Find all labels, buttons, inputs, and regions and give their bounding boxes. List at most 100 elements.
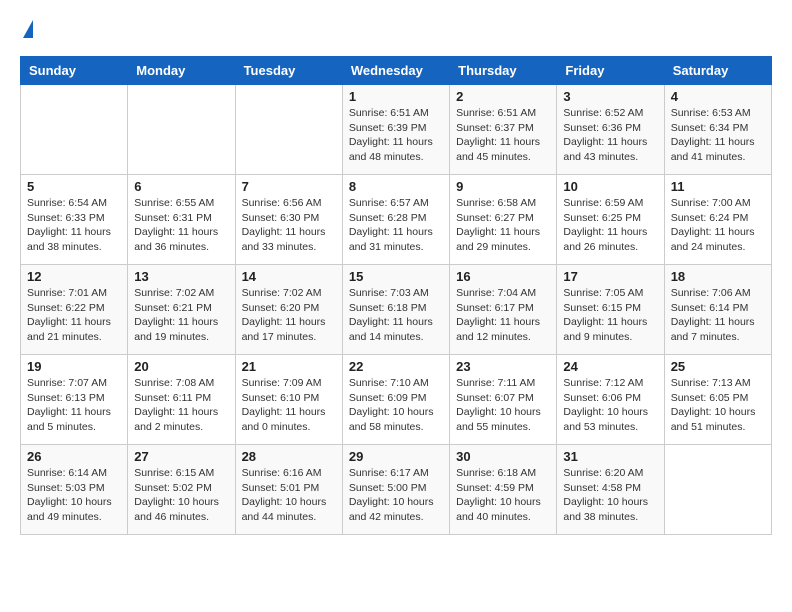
calendar-cell: 31 Sunrise: 6:20 AM Sunset: 4:58 PM Dayli… <box>557 445 664 535</box>
day-info: Sunrise: 6:54 AM Sunset: 6:33 PM Dayligh… <box>27 196 121 255</box>
day-number: 22 <box>349 359 443 374</box>
day-info: Sunrise: 7:01 AM Sunset: 6:22 PM Dayligh… <box>27 286 121 345</box>
week-row-2: 5 Sunrise: 6:54 AM Sunset: 6:33 PM Daylig… <box>21 175 772 265</box>
day-info: Sunrise: 6:17 AM Sunset: 5:00 PM Dayligh… <box>349 466 443 525</box>
calendar-cell: 13Sunrise: 7:02 AM Sunset: 6:21 PM Dayli… <box>128 265 235 355</box>
calendar-cell: 18 Sunrise: 7:06 AM Sunset: 6:14 PM Dayli… <box>664 265 771 355</box>
calendar-cell: 19Sunrise: 7:07 AM Sunset: 6:13 PM Dayli… <box>21 355 128 445</box>
day-info: Sunrise: 6:56 AM Sunset: 6:30 PM Dayligh… <box>242 196 336 255</box>
day-number: 21 <box>242 359 336 374</box>
day-number: 18 <box>671 269 765 284</box>
day-number: 14 <box>242 269 336 284</box>
calendar-cell: 7 Sunrise: 6:56 AM Sunset: 6:30 PM Daylig… <box>235 175 342 265</box>
calendar-cell: 25 Sunrise: 7:13 AM Sunset: 6:05 PM Dayli… <box>664 355 771 445</box>
day-info: Sunrise: 6:51 AM Sunset: 6:37 PM Dayligh… <box>456 106 550 165</box>
calendar-cell: 16 Sunrise: 7:04 AM Sunset: 6:17 PM Dayli… <box>450 265 557 355</box>
weekday-header-tuesday: Tuesday <box>235 57 342 85</box>
calendar-cell: 2 Sunrise: 6:51 AM Sunset: 6:37 PM Daylig… <box>450 85 557 175</box>
calendar-cell: 21 Sunrise: 7:09 AM Sunset: 6:10 PM Dayli… <box>235 355 342 445</box>
page-header <box>20 20 772 40</box>
calendar-cell: 14 Sunrise: 7:02 AM Sunset: 6:20 PM Dayli… <box>235 265 342 355</box>
logo <box>20 20 33 40</box>
calendar-cell: 22 Sunrise: 7:10 AM Sunset: 6:09 PM Dayli… <box>342 355 449 445</box>
day-number: 5 <box>27 179 121 194</box>
week-row-1: 1 Sunrise: 6:51 AM Sunset: 6:39 PM Daylig… <box>21 85 772 175</box>
day-number: 25 <box>671 359 765 374</box>
day-info: Sunrise: 6:55 AM Sunset: 6:31 PM Dayligh… <box>134 196 228 255</box>
day-info: Sunrise: 7:02 AM Sunset: 6:20 PM Dayligh… <box>242 286 336 345</box>
calendar-cell <box>235 85 342 175</box>
calendar-cell: 1 Sunrise: 6:51 AM Sunset: 6:39 PM Daylig… <box>342 85 449 175</box>
day-number: 20 <box>134 359 228 374</box>
day-number: 11 <box>671 179 765 194</box>
day-number: 17 <box>563 269 657 284</box>
calendar-cell <box>128 85 235 175</box>
day-info: Sunrise: 7:07 AM Sunset: 6:13 PM Dayligh… <box>27 376 121 435</box>
day-number: 8 <box>349 179 443 194</box>
weekday-header-saturday: Saturday <box>664 57 771 85</box>
day-number: 15 <box>349 269 443 284</box>
weekday-header-monday: Monday <box>128 57 235 85</box>
day-number: 16 <box>456 269 550 284</box>
calendar-cell: 29 Sunrise: 6:17 AM Sunset: 5:00 PM Dayli… <box>342 445 449 535</box>
day-info: Sunrise: 7:08 AM Sunset: 6:11 PM Dayligh… <box>134 376 228 435</box>
logo-triangle-icon <box>23 20 33 38</box>
day-number: 29 <box>349 449 443 464</box>
day-info: Sunrise: 7:04 AM Sunset: 6:17 PM Dayligh… <box>456 286 550 345</box>
calendar-cell: 11 Sunrise: 7:00 AM Sunset: 6:24 PM Dayli… <box>664 175 771 265</box>
calendar-cell: 26 Sunrise: 6:14 AM Sunset: 5:03 PM Dayli… <box>21 445 128 535</box>
day-number: 31 <box>563 449 657 464</box>
day-info: Sunrise: 7:11 AM Sunset: 6:07 PM Dayligh… <box>456 376 550 435</box>
day-info: Sunrise: 7:05 AM Sunset: 6:15 PM Dayligh… <box>563 286 657 345</box>
calendar-cell: 15Sunrise: 7:03 AM Sunset: 6:18 PM Dayli… <box>342 265 449 355</box>
calendar-cell: 20 Sunrise: 7:08 AM Sunset: 6:11 PM Dayli… <box>128 355 235 445</box>
day-info: Sunrise: 7:09 AM Sunset: 6:10 PM Dayligh… <box>242 376 336 435</box>
day-info: Sunrise: 7:10 AM Sunset: 6:09 PM Dayligh… <box>349 376 443 435</box>
day-number: 12 <box>27 269 121 284</box>
calendar-cell: 10Sunrise: 6:59 AM Sunset: 6:25 PM Dayli… <box>557 175 664 265</box>
calendar-cell: 5 Sunrise: 6:54 AM Sunset: 6:33 PM Daylig… <box>21 175 128 265</box>
day-info: Sunrise: 7:13 AM Sunset: 6:05 PM Dayligh… <box>671 376 765 435</box>
day-number: 26 <box>27 449 121 464</box>
day-info: Sunrise: 6:14 AM Sunset: 5:03 PM Dayligh… <box>27 466 121 525</box>
calendar-cell: 30Sunrise: 6:18 AM Sunset: 4:59 PM Dayli… <box>450 445 557 535</box>
day-number: 10 <box>563 179 657 194</box>
day-number: 7 <box>242 179 336 194</box>
calendar-cell: 27Sunrise: 6:15 AM Sunset: 5:02 PM Dayli… <box>128 445 235 535</box>
day-info: Sunrise: 6:15 AM Sunset: 5:02 PM Dayligh… <box>134 466 228 525</box>
day-number: 13 <box>134 269 228 284</box>
weekday-header-sunday: Sunday <box>21 57 128 85</box>
day-number: 23 <box>456 359 550 374</box>
day-number: 1 <box>349 89 443 104</box>
day-info: Sunrise: 6:58 AM Sunset: 6:27 PM Dayligh… <box>456 196 550 255</box>
calendar-cell: 6 Sunrise: 6:55 AM Sunset: 6:31 PM Daylig… <box>128 175 235 265</box>
calendar-cell: 24 Sunrise: 7:12 AM Sunset: 6:06 PM Dayli… <box>557 355 664 445</box>
weekday-header-friday: Friday <box>557 57 664 85</box>
day-info: Sunrise: 7:12 AM Sunset: 6:06 PM Dayligh… <box>563 376 657 435</box>
calendar-cell: 3Sunrise: 6:52 AM Sunset: 6:36 PM Daylig… <box>557 85 664 175</box>
day-info: Sunrise: 6:16 AM Sunset: 5:01 PM Dayligh… <box>242 466 336 525</box>
day-info: Sunrise: 7:00 AM Sunset: 6:24 PM Dayligh… <box>671 196 765 255</box>
calendar-header: SundayMondayTuesdayWednesdayThursdayFrid… <box>21 57 772 85</box>
day-info: Sunrise: 7:06 AM Sunset: 6:14 PM Dayligh… <box>671 286 765 345</box>
week-row-4: 19Sunrise: 7:07 AM Sunset: 6:13 PM Dayli… <box>21 355 772 445</box>
day-number: 24 <box>563 359 657 374</box>
day-number: 2 <box>456 89 550 104</box>
calendar-cell: 17 Sunrise: 7:05 AM Sunset: 6:15 PM Dayli… <box>557 265 664 355</box>
day-info: Sunrise: 6:51 AM Sunset: 6:39 PM Dayligh… <box>349 106 443 165</box>
weekday-header-wednesday: Wednesday <box>342 57 449 85</box>
calendar-cell: 4Sunrise: 6:53 AM Sunset: 6:34 PM Daylig… <box>664 85 771 175</box>
calendar-table: SundayMondayTuesdayWednesdayThursdayFrid… <box>20 56 772 535</box>
day-number: 9 <box>456 179 550 194</box>
calendar-cell: 23 Sunrise: 7:11 AM Sunset: 6:07 PM Dayli… <box>450 355 557 445</box>
day-info: Sunrise: 6:18 AM Sunset: 4:59 PM Dayligh… <box>456 466 550 525</box>
calendar-body: 1 Sunrise: 6:51 AM Sunset: 6:39 PM Daylig… <box>21 85 772 535</box>
day-info: Sunrise: 6:53 AM Sunset: 6:34 PM Dayligh… <box>671 106 765 165</box>
day-info: Sunrise: 6:20 AM Sunset: 4:58 PM Dayligh… <box>563 466 657 525</box>
calendar-cell: 8Sunrise: 6:57 AM Sunset: 6:28 PM Daylig… <box>342 175 449 265</box>
weekday-header-thursday: Thursday <box>450 57 557 85</box>
day-number: 6 <box>134 179 228 194</box>
calendar-cell <box>664 445 771 535</box>
calendar-cell <box>21 85 128 175</box>
calendar-cell: 12 Sunrise: 7:01 AM Sunset: 6:22 PM Dayli… <box>21 265 128 355</box>
